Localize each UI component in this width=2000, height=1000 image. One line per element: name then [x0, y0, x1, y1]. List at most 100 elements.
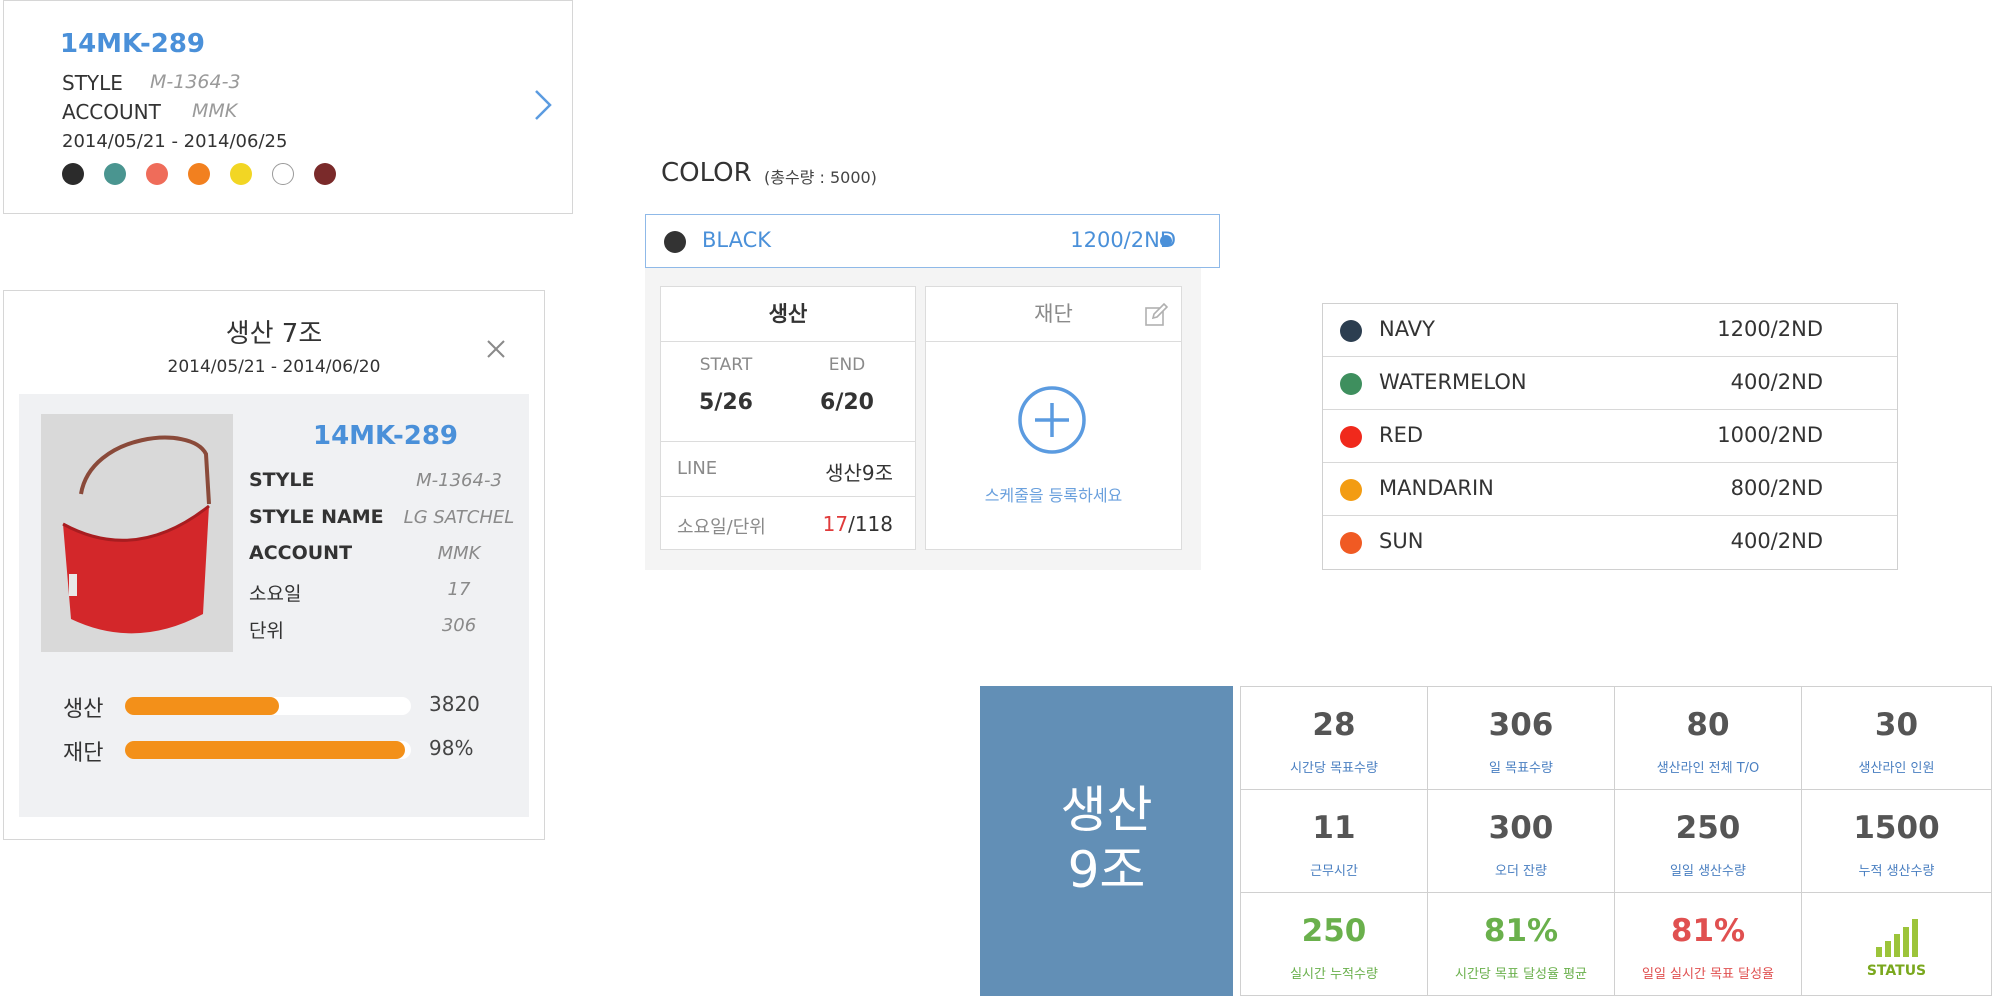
color-total-quantity: (총수량 : 5000)	[764, 168, 877, 187]
stat-cell: 1500 누적 생산수량	[1802, 790, 1991, 893]
edit-icon[interactable]	[1144, 303, 1168, 327]
color-quantity: 400/2ND	[1730, 529, 1823, 553]
stat-number: 306	[1488, 707, 1554, 743]
progress-fill-production	[125, 697, 280, 715]
signal-strength-icon	[1876, 919, 1918, 957]
chevron-right-icon[interactable]	[524, 85, 564, 125]
line-row: LINE 생산9조	[661, 441, 915, 496]
stat-cell: 28 시간당 목표수량	[1241, 687, 1428, 790]
stat-number: 250	[1301, 913, 1367, 949]
stat-cell: 11 근무시간	[1241, 790, 1428, 893]
progress-value-production: 3820	[429, 692, 480, 716]
field-label-account: ACCOUNT	[249, 542, 353, 564]
color-quantity: 400/2ND	[1730, 370, 1823, 394]
unit-value: /118	[848, 512, 893, 536]
color-swatch	[146, 163, 168, 185]
account-label: ACCOUNT	[62, 100, 161, 124]
production-date-range: 2014/05/21 - 2014/06/20	[167, 357, 381, 377]
start-label: START	[699, 355, 753, 375]
progress-label-production: 생산	[63, 697, 104, 722]
stat-label: 생산라인 전체 T/O	[1656, 761, 1760, 776]
selected-indicator-icon	[1160, 235, 1172, 247]
color-swatch-row	[62, 163, 336, 185]
field-value-style: M-1364-3	[416, 470, 502, 491]
product-info-panel: 14MK-289 STYLE M-1364-3 STYLE NAME LG SA…	[19, 394, 529, 817]
line-title-top: 생산	[1060, 781, 1153, 839]
selected-color-quantity: 1200/2ND	[1070, 228, 1176, 252]
days-unit-row: 소요일/단위 17/118	[661, 496, 915, 551]
days-unit-label: 소요일/단위	[677, 517, 766, 538]
line-value: 생산9조	[825, 461, 893, 485]
status-label: STATUS	[1866, 963, 1927, 979]
product-photo	[41, 414, 233, 652]
color-dot	[1340, 320, 1362, 342]
order-summary-card[interactable]: 14MK-289 STYLE M-1364-3 ACCOUNT MMK 2014…	[3, 0, 573, 214]
field-value-account: MMK	[437, 543, 481, 564]
progress-label-cutting: 재단	[63, 741, 104, 766]
field-value-style-name: LG SATCHEL	[403, 507, 515, 528]
stat-cell: 250 일일 생산수량	[1615, 790, 1802, 893]
color-list-item[interactable]: WATERMELON 400/2ND	[1323, 357, 1897, 410]
color-list-item[interactable]: NAVY 1200/2ND	[1323, 304, 1897, 357]
style-label: STYLE	[62, 71, 123, 95]
stat-cell: 81% 시간당 목표 달성율 평균	[1428, 893, 1615, 996]
stat-cell: 80 생산라인 전체 T/O	[1615, 687, 1802, 790]
color-swatch	[62, 163, 84, 185]
color-swatch	[230, 163, 252, 185]
stat-cell: 300 오더 잔량	[1428, 790, 1615, 893]
color-swatch	[272, 163, 294, 185]
register-schedule-message: 스케줄을 등록하세요	[984, 486, 1123, 505]
field-label-style-name: STYLE NAME	[249, 506, 384, 528]
status-cell[interactable]: STATUS	[1802, 893, 1991, 996]
stat-number: 250	[1675, 810, 1741, 846]
color-name: RED	[1379, 423, 1424, 447]
field-label-style: STYLE	[249, 469, 315, 491]
stat-number: 80	[1686, 707, 1730, 743]
color-list: NAVY 1200/2ND WATERMELON 400/2ND RED 100…	[1322, 303, 1898, 570]
line-label: LINE	[677, 458, 718, 479]
field-value-days: 17	[447, 579, 471, 600]
end-date: 6/20	[820, 390, 874, 415]
production-schedule-box: 생산 START END 5/26 6/20 LINE 생산9조 소요일/단위 …	[660, 286, 916, 550]
stat-number: 1500	[1853, 810, 1940, 846]
color-list-item[interactable]: SUN 400/2ND	[1323, 516, 1897, 569]
stat-label: 일일 생산수량	[1670, 864, 1746, 879]
stat-cell: 81% 일일 실시간 목표 달성율	[1615, 893, 1802, 996]
color-swatch	[188, 163, 210, 185]
selected-color-name: BLACK	[702, 228, 772, 252]
color-swatch	[314, 163, 336, 185]
color-dot	[1340, 373, 1362, 395]
line-title-bottom: 9조	[1067, 841, 1146, 899]
account-value: MMK	[192, 100, 238, 122]
stat-number: 81%	[1670, 913, 1746, 949]
production-line-tile: 생산 9조	[980, 686, 1233, 996]
color-quantity: 1000/2ND	[1717, 423, 1823, 447]
color-dot	[1340, 426, 1362, 448]
color-swatch	[104, 163, 126, 185]
progress-track-production	[125, 697, 411, 715]
color-quantity: 800/2ND	[1730, 476, 1823, 500]
stat-label: 근무시간	[1310, 864, 1358, 879]
days-value: 17	[822, 512, 849, 536]
color-list-item[interactable]: RED 1000/2ND	[1323, 410, 1897, 463]
stat-label: 실시간 누적수량	[1290, 967, 1378, 982]
close-icon[interactable]	[484, 337, 508, 361]
order-code: 14MK-289	[60, 29, 206, 59]
production-detail-card: 생산 7조 2014/05/21 - 2014/06/20 14MK-289 S…	[3, 290, 545, 840]
selected-color-row[interactable]: BLACK 1200/2ND	[645, 214, 1220, 268]
color-name: MANDARIN	[1379, 476, 1494, 500]
field-value-unit: 306	[441, 615, 477, 636]
stat-label: 생산라인 인원	[1858, 761, 1935, 776]
cutting-schedule-title: 재단	[926, 287, 1181, 342]
color-list-item[interactable]: MANDARIN 800/2ND	[1323, 463, 1897, 516]
add-schedule-button[interactable]	[1017, 385, 1087, 455]
production-line-title: 생산 9조	[980, 780, 1233, 900]
stat-number: 300	[1488, 810, 1554, 846]
stat-label: 일 목표수량	[1489, 761, 1553, 776]
start-date: 5/26	[699, 390, 753, 415]
stat-number: 81%	[1483, 913, 1559, 949]
stat-label: 시간당 목표 달성율 평균	[1455, 967, 1587, 982]
field-label-unit: 단위	[249, 620, 284, 642]
color-name: WATERMELON	[1379, 370, 1527, 394]
stat-label: 오더 잔량	[1495, 864, 1547, 879]
